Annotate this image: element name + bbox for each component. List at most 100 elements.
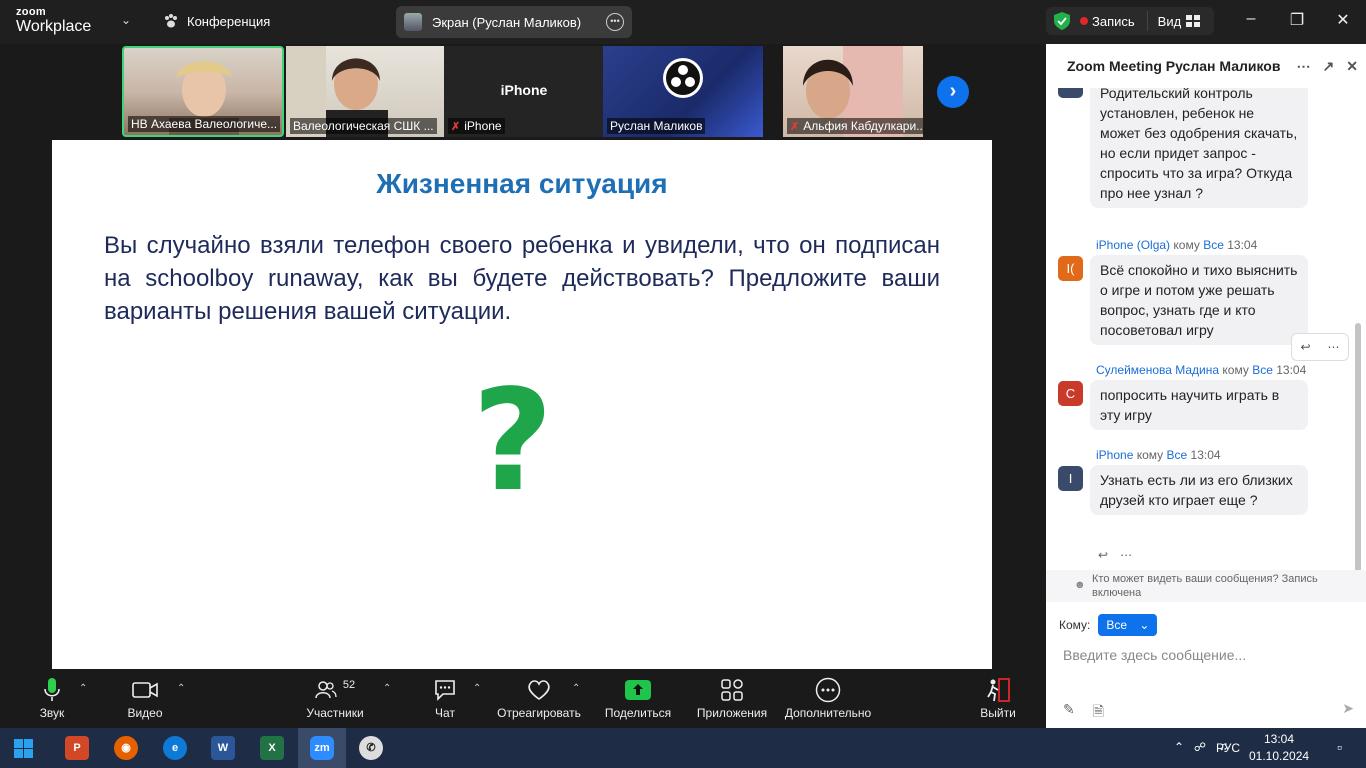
share-label: Поделиться bbox=[604, 706, 672, 720]
message-actions: ↩ ⋯ bbox=[1098, 548, 1132, 562]
logo-zoom-text: zoom bbox=[16, 6, 46, 18]
close-icon[interactable]: ✕ bbox=[1346, 58, 1358, 75]
mic-muted-icon: ✗ bbox=[451, 120, 461, 133]
composer-tools: ✎ 🗎 bbox=[1063, 701, 1104, 725]
reply-icon[interactable]: ↩ bbox=[1098, 548, 1108, 562]
minimize-icon[interactable]: – bbox=[1241, 10, 1261, 28]
meeting-toolbar: Звук ⌃ Видео ⌃ 52 Участники ⌃ Чат ⌃ Отре… bbox=[0, 669, 1046, 728]
leave-button[interactable]: Выйти bbox=[978, 677, 1018, 720]
more-options-icon[interactable]: ••• bbox=[606, 13, 624, 31]
share-screen-icon bbox=[625, 680, 651, 700]
participant-thumb[interactable]: НВ Ахаева Валеологиче... bbox=[122, 46, 284, 137]
format-text-icon[interactable]: ✎ bbox=[1063, 701, 1075, 725]
grid-icon[interactable] bbox=[1186, 15, 1201, 27]
more-label: Дополнительно bbox=[784, 706, 872, 720]
clock-time[interactable]: 13:04 bbox=[1249, 732, 1309, 746]
shield-icon[interactable] bbox=[1054, 12, 1070, 30]
view-button[interactable]: Вид bbox=[1158, 14, 1182, 29]
react-button[interactable]: Отреагировать bbox=[496, 677, 582, 720]
maximize-icon[interactable]: ❐ bbox=[1287, 10, 1307, 30]
recipient[interactable]: Все bbox=[1203, 238, 1224, 252]
chevron-right-icon: › bbox=[949, 80, 957, 102]
share-button[interactable]: Поделиться bbox=[603, 677, 673, 720]
recording-view-pill: Запись Вид bbox=[1046, 7, 1214, 35]
chat-button[interactable]: Чат bbox=[428, 677, 462, 720]
participants-button[interactable]: 52 Участники bbox=[304, 677, 366, 720]
participant-thumb[interactable]: iPhone ✗ iPhone bbox=[444, 46, 604, 137]
zoom-icon[interactable]: zm bbox=[310, 736, 334, 760]
file-icon[interactable]: 🗎 bbox=[1093, 701, 1104, 725]
avatar: С bbox=[1058, 381, 1083, 406]
to-word: кому bbox=[1173, 238, 1200, 252]
chat-message: Узнать есть ли из его близких друзей кто… bbox=[1090, 465, 1308, 515]
leave-label: Выйти bbox=[980, 706, 1016, 720]
participant-name: Руслан Маликов bbox=[607, 118, 706, 134]
participant-thumb[interactable]: ✗ Альфия Кабдулкари... bbox=[783, 46, 923, 137]
conference-button[interactable]: Конференция bbox=[163, 13, 270, 29]
recipient[interactable]: Все bbox=[1167, 448, 1188, 462]
language-indicator[interactable]: РУС bbox=[1210, 741, 1240, 755]
zoom-window: zoom Workplace ⌄ Конференция Экран (Русл… bbox=[0, 0, 1366, 728]
recipient[interactable]: Все bbox=[1252, 363, 1273, 377]
react-options-chevron-icon[interactable]: ⌃ bbox=[572, 683, 580, 694]
audio-options-chevron-icon[interactable]: ⌃ bbox=[79, 683, 87, 694]
who-can-see-notice[interactable]: ☻ Кто может видеть ваши сообщения? Запис… bbox=[1046, 570, 1366, 602]
firefox-icon[interactable]: ◉ bbox=[114, 736, 138, 760]
more-options-icon[interactable]: ⋯ bbox=[1297, 58, 1311, 75]
screen-share-pill[interactable]: Экран (Руслан Маликов) ••• bbox=[396, 6, 632, 38]
message-time: 13:04 bbox=[1276, 363, 1307, 377]
logo-workplace-text: Workplace bbox=[16, 18, 92, 35]
send-icon[interactable]: ➤ bbox=[1342, 700, 1354, 717]
popout-icon[interactable]: ↗ bbox=[1323, 58, 1335, 75]
apps-button[interactable]: Приложения bbox=[694, 677, 770, 720]
clock-date[interactable]: 01.10.2024 bbox=[1249, 749, 1309, 763]
apps-label: Приложения bbox=[696, 706, 768, 720]
participant-thumb[interactable]: Руслан Маликов bbox=[603, 46, 763, 137]
recipient-row: Кому: Все ⌄ bbox=[1059, 614, 1158, 636]
video-button[interactable]: Видео bbox=[124, 677, 166, 720]
word-icon[interactable]: W bbox=[211, 736, 235, 760]
participant-name-label: ✗ Альфия Кабдулкари... bbox=[787, 118, 923, 134]
message-time: 13:04 bbox=[1190, 448, 1221, 462]
whatsapp-icon[interactable]: ✆ bbox=[359, 736, 383, 760]
participant-thumb[interactable]: Валеологическая СШК ... bbox=[286, 46, 444, 137]
recipient-dropdown[interactable]: Все ⌄ bbox=[1098, 614, 1158, 636]
sender-name[interactable]: iPhone bbox=[1096, 448, 1133, 462]
exit-door-icon bbox=[987, 678, 1010, 702]
next-page-button[interactable]: › bbox=[937, 76, 969, 108]
more-options-icon[interactable]: ⋯ bbox=[1120, 548, 1132, 562]
participant-name: НВ Ахаева Валеологиче... bbox=[128, 116, 281, 132]
tray-chevron-up-icon[interactable]: ⌃ bbox=[1174, 740, 1184, 754]
participants-options-chevron-icon[interactable]: ⌃ bbox=[383, 683, 391, 694]
sender-name[interactable]: iPhone (Olga) bbox=[1096, 238, 1170, 252]
audio-button[interactable]: Звук bbox=[32, 677, 72, 720]
participant-name: Валеологическая СШК ... bbox=[290, 118, 437, 134]
message-input[interactable]: Введите здесь сообщение... bbox=[1063, 647, 1246, 663]
scrollbar[interactable] bbox=[1355, 323, 1361, 573]
slide-title: Жизненная ситуация bbox=[376, 168, 668, 199]
edge-icon[interactable]: e bbox=[163, 736, 187, 760]
more-button[interactable]: Дополнительно bbox=[783, 677, 873, 720]
zoom-logo[interactable]: zoom Workplace bbox=[16, 7, 91, 35]
video-camera-icon bbox=[132, 682, 158, 698]
excel-icon[interactable]: X bbox=[260, 736, 284, 760]
notifications-icon[interactable]: ▫ bbox=[1337, 739, 1342, 755]
microphone-icon bbox=[44, 678, 60, 701]
chevron-down-icon[interactable]: ⌄ bbox=[121, 13, 131, 27]
participants-label: Участники bbox=[306, 706, 364, 720]
close-icon[interactable]: ✕ bbox=[1333, 10, 1353, 30]
message-meta: iPhone (Olga) кому Все 13:04 bbox=[1096, 238, 1257, 252]
sender-name[interactable]: Сулейменова Мадина bbox=[1096, 363, 1219, 377]
participant-name-label: ✗ iPhone bbox=[448, 118, 505, 134]
powerpoint-icon[interactable]: P bbox=[65, 736, 89, 760]
chat-options-chevron-icon[interactable]: ⌃ bbox=[473, 683, 481, 694]
windows-start-icon[interactable] bbox=[14, 739, 33, 758]
participant-big-name: iPhone bbox=[500, 82, 548, 98]
record-label[interactable]: Запись bbox=[1092, 14, 1135, 29]
chat-message: Родительский контроль установлен, ребено… bbox=[1090, 88, 1308, 208]
video-options-chevron-icon[interactable]: ⌃ bbox=[177, 683, 185, 694]
network-icon[interactable]: ☍ bbox=[1194, 740, 1206, 754]
reply-icon[interactable]: ↩ bbox=[1300, 340, 1310, 354]
more-options-icon[interactable]: ⋯ bbox=[1328, 340, 1340, 354]
heart-icon bbox=[528, 680, 550, 700]
